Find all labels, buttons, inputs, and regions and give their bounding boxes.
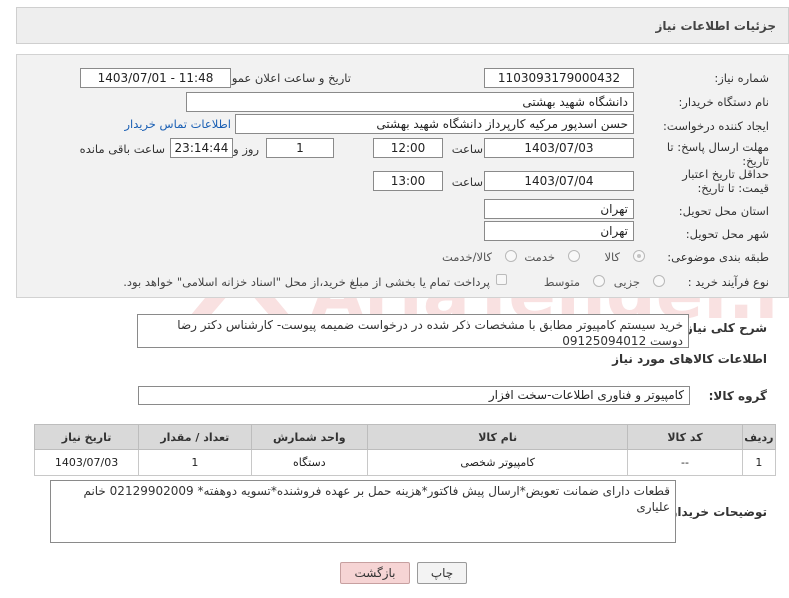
goods-table-header: ردیف کد کالا نام کالا واحد شمارش تعداد /…: [33, 424, 777, 450]
cell-name: کامپیوتر شخصی: [367, 449, 629, 476]
need-number-field[interactable]: 1103093179000432: [484, 68, 634, 88]
deadline-time-field[interactable]: 12:00: [373, 138, 443, 158]
deadline-date-field[interactable]: 1403/07/03: [484, 138, 634, 158]
category-label: طبقه بندی موضوعی:: [667, 250, 769, 264]
announce-datetime-field[interactable]: 1403/07/01 - 11:48: [80, 68, 231, 88]
table-row[interactable]: 1 -- کامپیوتر شخصی دستگاه 1 1403/07/03: [33, 449, 777, 476]
buyer-notes-label: توضیحات خریدار:: [665, 505, 767, 519]
days-label: روز و: [233, 142, 259, 156]
page-header: جزئیات اطلاعات نیاز: [16, 7, 789, 44]
validity-date-field[interactable]: 1403/07/04: [484, 171, 634, 191]
category-radio-service[interactable]: [568, 250, 580, 262]
validity-time-field[interactable]: 13:00: [373, 171, 443, 191]
validity-label: حداقل تاریخ اعتبار قیمت: تا تاریخ:: [682, 167, 769, 195]
buyer-notes-textarea[interactable]: قطعات دارای ضمانت تعویض*ارسال پیش فاکتور…: [50, 480, 676, 543]
col-date-header: تاریخ نیاز: [33, 424, 140, 450]
cell-date: 1403/07/03: [33, 449, 140, 476]
validity-time-label: ساعت: [451, 175, 483, 189]
col-name-header: نام کالا: [367, 424, 629, 450]
page-title: جزئیات اطلاعات نیاز: [655, 19, 776, 33]
treasury-payment-note: پرداخت تمام یا بخشی از مبلغ خرید،از محل …: [123, 275, 490, 289]
category-option-goods: کالا: [604, 250, 620, 264]
process-radio-medium[interactable]: [593, 275, 605, 287]
remaining-time-label: ساعت باقی مانده: [79, 142, 165, 156]
deadline-label: مهلت ارسال پاسخ: تا تاریخ:: [666, 140, 769, 168]
category-radio-goods-service[interactable]: [505, 250, 517, 262]
buyer-org-field[interactable]: دانشگاه شهید بهشتی: [186, 92, 634, 112]
goods-section-title: اطلاعات کالاهای مورد نیاز: [612, 352, 767, 366]
need-number-label: شماره نیاز:: [714, 71, 769, 85]
category-option-goods-service: کالا/خدمت: [441, 250, 492, 264]
category-option-service: خدمت: [524, 250, 555, 264]
deadline-time-label: ساعت: [451, 142, 483, 156]
back-button[interactable]: بازگشت: [340, 562, 410, 584]
process-option-minor: جزیی: [613, 275, 640, 289]
announce-label: تاریخ و ساعت اعلان عمومی:: [212, 71, 351, 85]
remaining-time-field[interactable]: 23:14:44: [170, 138, 233, 158]
col-qty-header: تعداد / مقدار: [138, 424, 252, 450]
buyer-contact-link[interactable]: اطلاعات تماس خریدار: [124, 117, 231, 131]
col-row-header: ردیف: [741, 424, 777, 450]
goods-group-label: گروه کالا:: [708, 389, 767, 403]
col-code-header: کد کالا: [627, 424, 743, 450]
process-option-medium: متوسط: [543, 275, 580, 289]
cell-row: 1: [741, 449, 777, 476]
city-field[interactable]: تهران: [484, 221, 634, 241]
category-radio-goods[interactable]: [633, 250, 645, 262]
summary-textarea[interactable]: خرید سیستم کامپیوتر مطابق با مشخصات ذکر …: [137, 314, 689, 348]
days-remaining-field[interactable]: 1: [266, 138, 334, 158]
creator-field[interactable]: حسن اسدپور مرکیه کارپرداز دانشگاه شهید ب…: [235, 114, 634, 134]
province-field[interactable]: تهران: [484, 199, 634, 219]
creator-label: ایجاد کننده درخواست:: [663, 119, 769, 133]
buyer-org-label: نام دستگاه خریدار:: [678, 95, 769, 109]
cell-unit: دستگاه: [250, 449, 369, 476]
cell-qty: 1: [138, 449, 252, 476]
goods-table: ردیف کد کالا نام کالا واحد شمارش تعداد /…: [33, 424, 777, 476]
province-label: استان محل تحویل:: [678, 204, 769, 218]
cell-code: --: [627, 449, 743, 476]
col-unit-header: واحد شمارش: [250, 424, 369, 450]
print-button[interactable]: چاپ: [417, 562, 467, 584]
process-label: نوع فرآیند خرید :: [687, 275, 769, 289]
goods-group-field[interactable]: کامپیوتر و فناوری اطلاعات-سخت افزار: [138, 386, 690, 405]
city-label: شهر محل تحویل:: [685, 227, 769, 241]
summary-label: شرح کلی نیاز:: [681, 321, 767, 335]
treasury-checkbox[interactable]: [496, 274, 507, 285]
process-radio-minor[interactable]: [653, 275, 665, 287]
